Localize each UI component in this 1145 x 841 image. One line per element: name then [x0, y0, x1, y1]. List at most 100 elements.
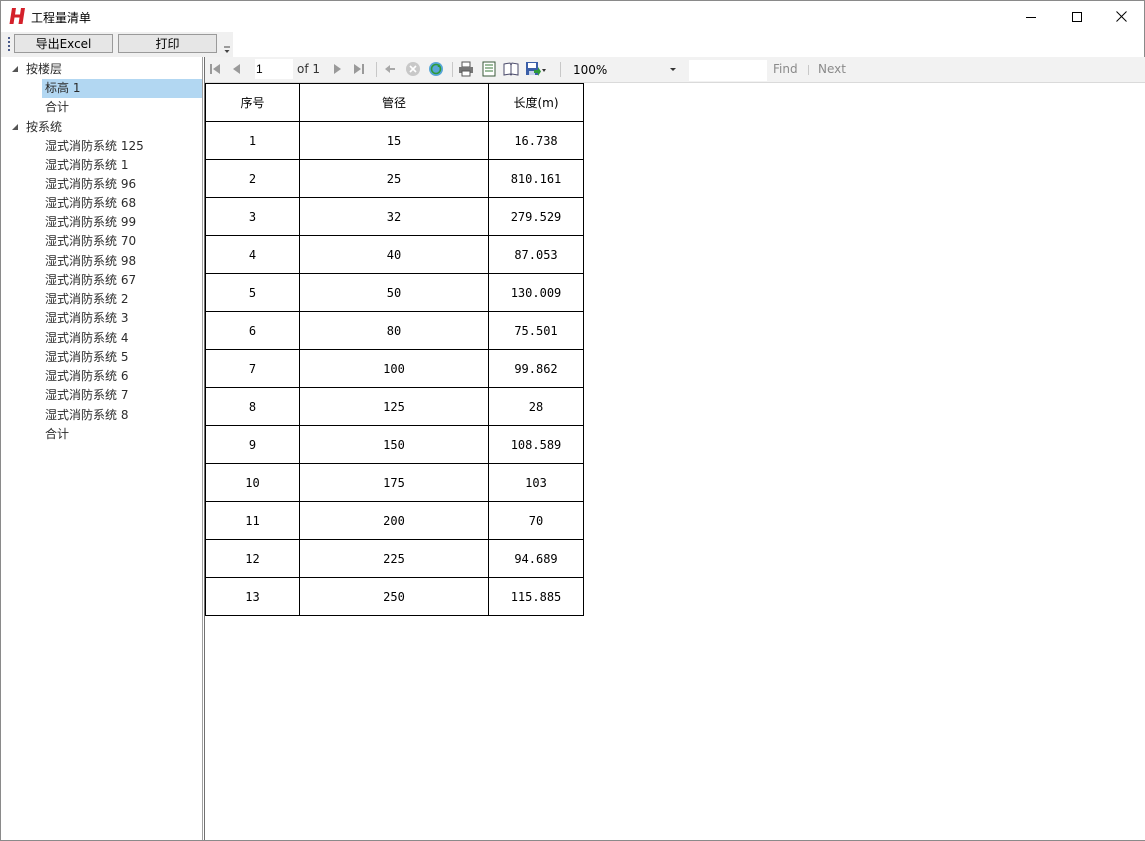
tree-item-system[interactable]: 湿式消防系统 6 [45, 367, 128, 386]
cell-length: 115.885 [488, 577, 584, 616]
cell-length: 70 [488, 501, 584, 540]
close-icon [1115, 11, 1127, 22]
tree-item-system[interactable]: 湿式消防系统 2 [45, 290, 128, 309]
cell-length: 75.501 [488, 311, 584, 350]
previous-page-icon[interactable] [229, 61, 245, 77]
page-count-label: of 1 [297, 62, 321, 76]
tree-item-system[interactable]: 湿式消防系统 70 [45, 232, 136, 251]
tree-group-system[interactable]: 按系统 [26, 118, 62, 137]
expand-arrow-icon[interactable] [11, 123, 19, 131]
window-title: 工程量清单 [31, 11, 92, 25]
toolbar-separator [452, 62, 453, 77]
cell-length: 130.009 [488, 273, 584, 312]
cell-length: 103 [488, 463, 584, 502]
table-row: 8 125 28 [205, 387, 584, 426]
cell-index: 3 [205, 197, 300, 236]
cell-index: 10 [205, 463, 300, 502]
close-button[interactable] [1098, 1, 1144, 32]
tree-item-system[interactable]: 湿式消防系统 67 [45, 271, 136, 290]
find-next-button[interactable]: Next [818, 62, 846, 76]
cell-diameter: 100 [299, 349, 489, 388]
table-row: 13 250 115.885 [205, 577, 584, 616]
find-input[interactable] [689, 60, 767, 81]
cell-diameter: 225 [299, 539, 489, 578]
column-header-index: 序号 [205, 83, 300, 122]
tree-item-system[interactable]: 湿式消防系统 99 [45, 213, 136, 232]
report-toolbar: of 1 100% Find Next [205, 57, 1145, 83]
tree-item-system[interactable]: 湿式消防系统 5 [45, 348, 128, 367]
tree-item-system[interactable]: 湿式消防系统 98 [45, 252, 136, 271]
print-icon[interactable] [458, 61, 474, 77]
toolbar-separator [560, 62, 561, 77]
tree-group-floor[interactable]: 按楼层 [26, 60, 62, 79]
table-row: 11 200 70 [205, 501, 584, 540]
tree-item-system[interactable]: 湿式消防系统 125 [45, 137, 144, 156]
cell-index: 4 [205, 235, 300, 274]
tree-item-system[interactable]: 湿式消防系统 1 [45, 156, 128, 175]
cell-length: 28 [488, 387, 584, 426]
table-row: 10 175 103 [205, 463, 584, 502]
tree-item-floor-total[interactable]: 合计 [45, 98, 69, 117]
cell-index: 8 [205, 387, 300, 426]
find-button[interactable]: Find [773, 62, 798, 76]
cell-diameter: 40 [299, 235, 489, 274]
table-row: 7 100 99.862 [205, 349, 584, 388]
cell-diameter: 32 [299, 197, 489, 236]
cell-length: 99.862 [488, 349, 584, 388]
print-layout-icon[interactable] [481, 61, 497, 77]
pipe-quantity-table: 序号 管径 长度(m) 1 15 16.738 2 25 810.161 3 32 279.52… [205, 83, 584, 616]
maximize-button[interactable] [1054, 1, 1100, 32]
app-logo-icon [9, 8, 25, 24]
expand-arrow-icon[interactable] [11, 65, 19, 73]
table-row: 9 150 108.589 [205, 425, 584, 464]
next-page-icon[interactable] [329, 61, 345, 77]
refresh-icon[interactable] [428, 61, 444, 77]
cell-length: 87.053 [488, 235, 584, 274]
title-bar: 工程量清单 [1, 1, 1144, 32]
export-excel-button[interactable]: 导出Excel [14, 34, 113, 53]
tree-item-system[interactable]: 湿式消防系统 96 [45, 175, 136, 194]
toolbar-overflow-icon[interactable] [223, 45, 232, 54]
first-page-icon[interactable] [207, 61, 223, 77]
cell-length: 108.589 [488, 425, 584, 464]
tree-item-level-1[interactable]: 标高 1 [42, 79, 202, 98]
cell-diameter: 150 [299, 425, 489, 464]
zoom-select[interactable]: 100% [569, 59, 679, 79]
back-icon[interactable] [382, 61, 398, 77]
table-row: 4 40 87.053 [205, 235, 584, 274]
column-header-length: 长度(m) [488, 83, 584, 122]
tree-item-system[interactable]: 湿式消防系统 3 [45, 309, 128, 328]
cell-index: 2 [205, 159, 300, 198]
tree-item-system[interactable]: 湿式消防系统 8 [45, 406, 128, 425]
table-row: 2 25 810.161 [205, 159, 584, 198]
cell-index: 5 [205, 273, 300, 312]
cell-diameter: 50 [299, 273, 489, 312]
tree-item-system[interactable]: 湿式消防系统 7 [45, 386, 128, 405]
table-row: 6 80 75.501 [205, 311, 584, 350]
export-icon[interactable] [525, 61, 547, 77]
print-button[interactable]: 打印 [118, 34, 217, 53]
cell-length: 810.161 [488, 159, 584, 198]
toolbar-grip[interactable] [8, 37, 10, 51]
cell-diameter: 200 [299, 501, 489, 540]
tree-item-system[interactable]: 湿式消防系统 68 [45, 194, 136, 213]
table-row: 3 32 279.529 [205, 197, 584, 236]
stop-icon[interactable] [405, 61, 421, 77]
zoom-value: 100% [573, 63, 608, 77]
maximize-icon [1072, 11, 1082, 22]
column-header-diameter: 管径 [299, 83, 489, 122]
toolbar-separator [376, 62, 377, 77]
table-header-row: 序号 管径 长度(m) [205, 83, 584, 122]
tree-item-system[interactable]: 湿式消防系统 4 [45, 329, 128, 348]
last-page-icon[interactable] [351, 61, 367, 77]
page-setup-icon[interactable] [503, 61, 519, 77]
tree-item-system-total[interactable]: 合计 [45, 425, 69, 444]
cell-diameter: 25 [299, 159, 489, 198]
cell-length: 16.738 [488, 121, 584, 160]
app-window: 工程量清单 导出Excel 打印 按楼层 标高 1 合计 按系统 湿式消防系统 … [0, 0, 1145, 841]
cell-index: 1 [205, 121, 300, 160]
cell-diameter: 15 [299, 121, 489, 160]
page-number-input[interactable] [255, 59, 293, 79]
minimize-button[interactable] [1008, 1, 1054, 32]
main-toolbar: 导出Excel 打印 [1, 32, 233, 57]
